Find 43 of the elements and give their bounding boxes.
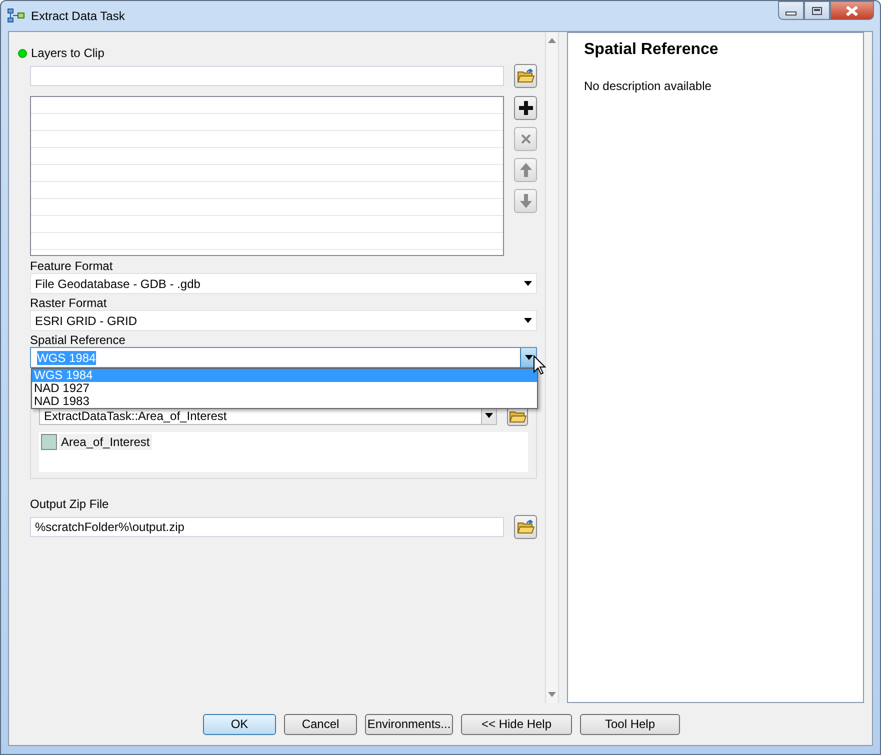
field-label: Spatial Reference <box>30 333 126 347</box>
help-title: Spatial Reference <box>584 41 720 59</box>
field-label: Raster Format <box>30 296 108 310</box>
dropdown-option[interactable]: NAD 1927 <box>32 382 537 395</box>
close-button[interactable] <box>830 1 874 20</box>
field-label: Output Zip File <box>30 497 110 511</box>
browse-button[interactable] <box>514 64 537 88</box>
x-icon <box>520 133 532 145</box>
field-label: Layers to Clip <box>31 46 104 60</box>
dialog-button[interactable]: Tool Help <box>580 714 680 734</box>
dropdown-option[interactable]: NAD 1983 <box>32 395 537 408</box>
folder-icon <box>516 68 534 84</box>
caret-icon <box>485 413 493 418</box>
dialog-button[interactable]: Environments... <box>365 714 453 734</box>
window-title: Extract Data Task <box>31 9 125 23</box>
dialog-button[interactable]: OK <box>203 714 276 734</box>
plus-icon <box>518 100 534 116</box>
dropdown[interactable]: ESRI GRID - GRID <box>30 310 537 331</box>
browse-button[interactable] <box>514 515 537 539</box>
folder-icon <box>516 519 534 535</box>
field-label: Feature Format <box>30 259 114 273</box>
maximize-button[interactable] <box>804 1 830 20</box>
model-icon <box>7 8 25 24</box>
scroll-up-icon <box>548 38 556 43</box>
add-button[interactable] <box>514 96 537 120</box>
layer-name[interactable]: Area_of_Interest <box>59 434 152 450</box>
minimize-button[interactable] <box>778 1 804 20</box>
help-text: No description available <box>584 79 712 93</box>
close-icon <box>845 6 859 16</box>
input-field[interactable] <box>30 66 504 86</box>
down-arrow-icon <box>518 193 532 209</box>
caret-icon <box>524 281 532 286</box>
scroll-down-icon <box>548 692 556 697</box>
scrollbar[interactable] <box>545 32 558 703</box>
caret-icon <box>524 355 532 360</box>
input-field[interactable]: %scratchFolder%\output.zip <box>30 517 504 537</box>
dialog-button[interactable]: Cancel <box>284 714 357 734</box>
dialog-button[interactable]: << Hide Help <box>461 714 572 734</box>
maximize-icon <box>811 6 823 16</box>
dropdown-button[interactable] <box>520 348 536 367</box>
up-arrow-icon <box>518 162 532 178</box>
dropdown[interactable]: File Geodatabase - GDB - .gdb <box>30 273 537 294</box>
caret-icon <box>524 318 532 323</box>
